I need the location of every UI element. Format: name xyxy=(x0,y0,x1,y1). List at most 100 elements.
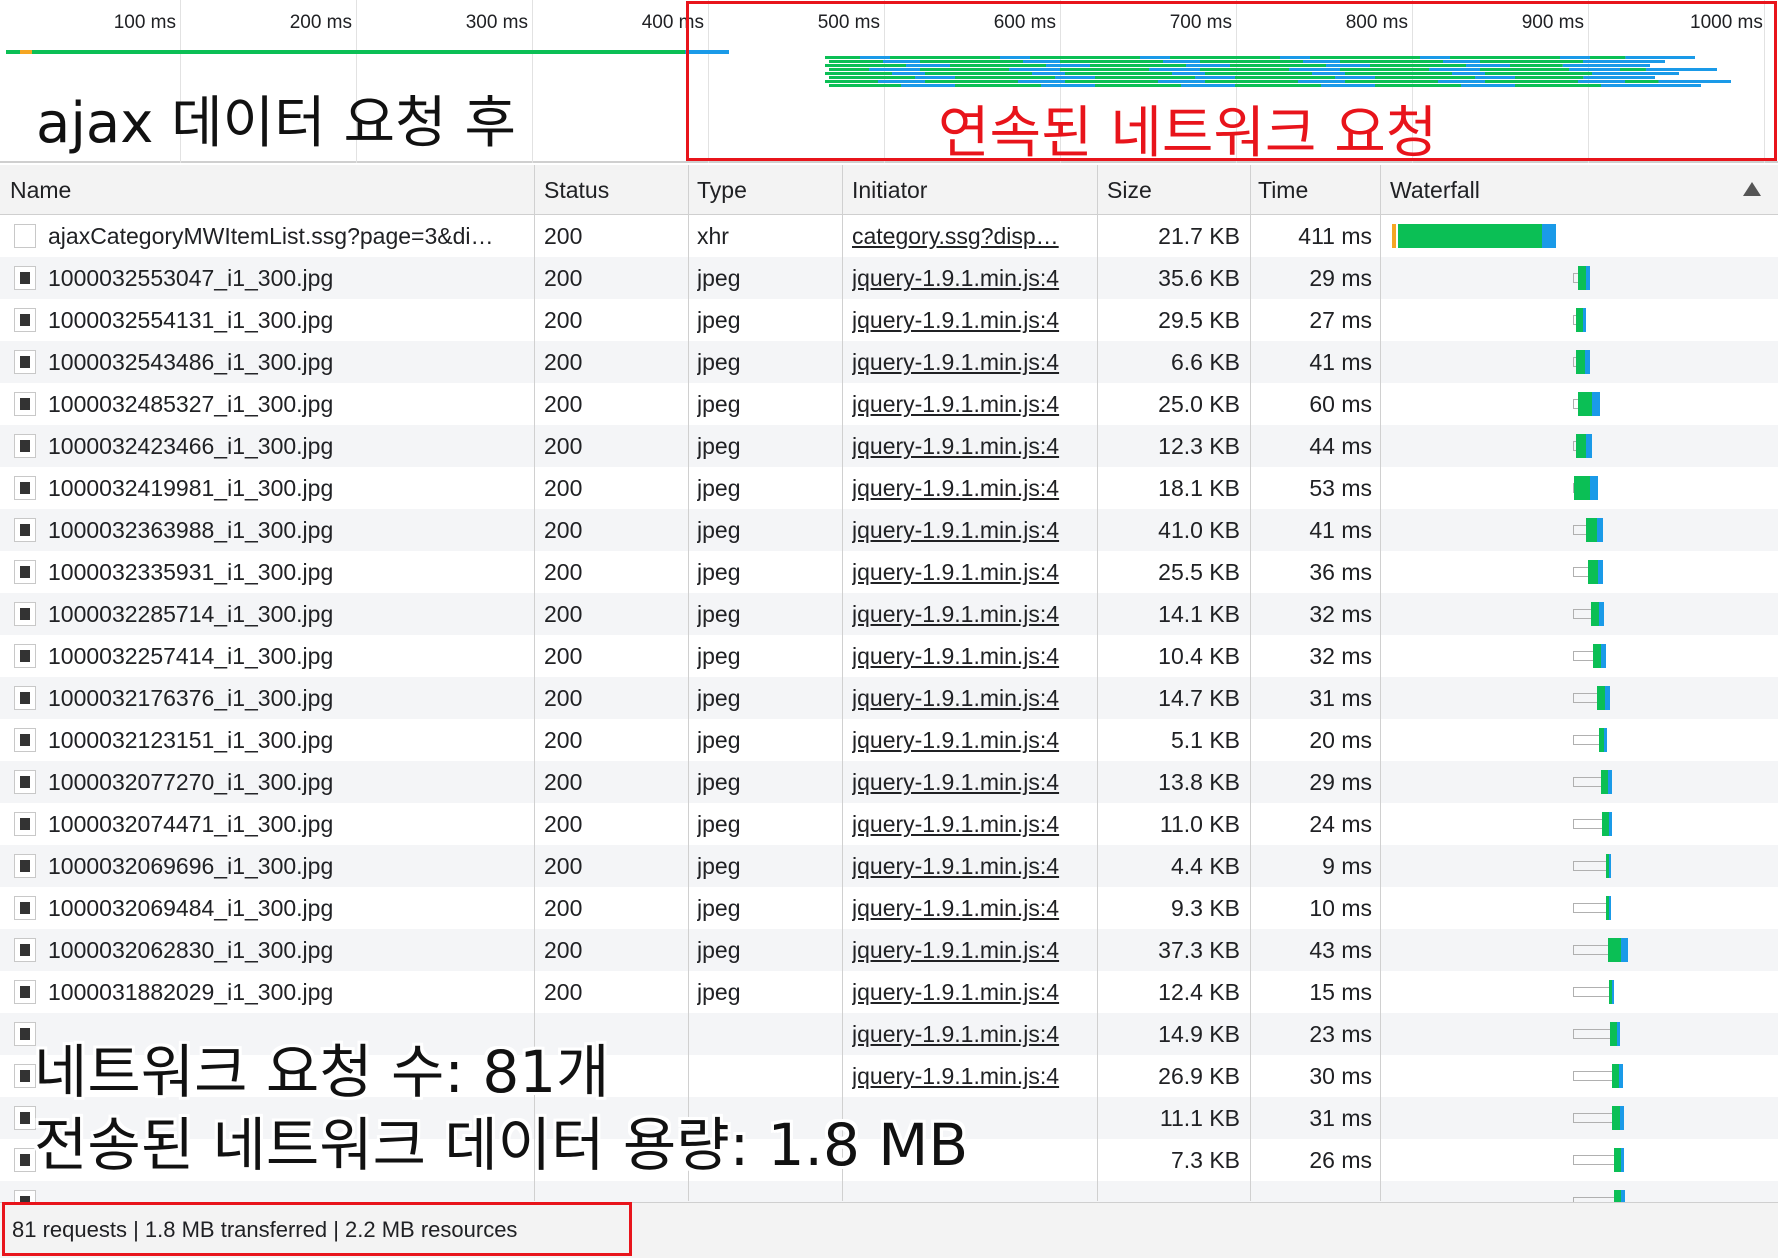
column-divider[interactable] xyxy=(1097,165,1098,1201)
request-status: 200 xyxy=(544,349,583,375)
request-name: 1000032285714_i1_300.jpg xyxy=(48,601,334,627)
request-initiator-link[interactable]: jquery-1.9.1.min.js:4 xyxy=(852,719,1097,761)
table-row[interactable]: 1000032335931_i1_300.jpg 200 jpeg jquery-1.… xyxy=(0,551,1778,593)
table-row[interactable]: 1000032077270_i1_300.jpg 200 jpeg jquery-1.… xyxy=(0,761,1778,803)
highlight-box-requests xyxy=(686,1,1777,161)
request-time: 53 ms xyxy=(1309,475,1372,501)
document-icon xyxy=(14,224,36,248)
image-thumbnail-icon xyxy=(14,686,36,710)
timeline-overview[interactable]: 100 ms 200 ms 300 ms 400 ms 500 ms 600 ms 700 … xyxy=(0,0,1778,166)
waterfall-bar-receive xyxy=(1619,1106,1624,1130)
request-initiator-link[interactable]: jquery-1.9.1.min.js:4 xyxy=(852,803,1097,845)
request-initiator-link[interactable]: jquery-1.9.1.min.js:4 xyxy=(852,593,1097,635)
column-divider[interactable] xyxy=(688,165,689,1201)
request-initiator-link[interactable]: jquery-1.9.1.min.js:4 xyxy=(852,509,1097,551)
request-size: 5.1 KB xyxy=(1170,727,1240,753)
request-name: 1000032553047_i1_300.jpg xyxy=(48,265,334,291)
thumbnail-glyph xyxy=(20,818,30,830)
sort-ascending-icon[interactable] xyxy=(1743,182,1761,196)
column-header-status[interactable]: Status xyxy=(544,165,609,215)
table-row[interactable]: 1000032062830_i1_300.jpg 200 jpeg jquery-1.… xyxy=(0,929,1778,971)
image-thumbnail-icon xyxy=(14,728,36,752)
waterfall-bar-receive xyxy=(1604,728,1607,752)
column-header-waterfall[interactable]: Waterfall xyxy=(1390,165,1480,215)
request-initiator-link[interactable]: jquery-1.9.1.min.js:4 xyxy=(852,425,1097,467)
request-name: 1000032062830_i1_300.jpg xyxy=(48,937,334,963)
request-initiator-link[interactable]: jquery-1.9.1.min.js:4 xyxy=(852,467,1097,509)
request-type: jpeg xyxy=(697,433,741,459)
waterfall-bar-queued xyxy=(1573,609,1591,619)
waterfall-bar-receive xyxy=(1616,1022,1620,1046)
request-initiator-link[interactable]: jquery-1.9.1.min.js:4 xyxy=(852,299,1097,341)
table-row[interactable]: 1000032123151_i1_300.jpg 200 jpeg jquery-1.… xyxy=(0,719,1778,761)
waterfall-bar-queued xyxy=(1573,903,1606,913)
waterfall-bar-receive xyxy=(1582,308,1586,332)
request-size: 35.6 KB xyxy=(1158,265,1240,291)
table-header: Name Status Type Initiator Size Time Wat… xyxy=(0,165,1778,215)
thumbnail-glyph xyxy=(20,902,30,914)
request-size: 12.4 KB xyxy=(1158,979,1240,1005)
column-divider[interactable] xyxy=(842,165,843,1201)
request-type: jpeg xyxy=(697,391,741,417)
table-row[interactable]: 1000032257414_i1_300.jpg 200 jpeg jquery-1.… xyxy=(0,635,1778,677)
request-type: jpeg xyxy=(697,601,741,627)
request-status: 200 xyxy=(544,601,583,627)
request-initiator-link[interactable]: jquery-1.9.1.min.js:4 xyxy=(852,887,1097,929)
thumbnail-glyph xyxy=(20,944,30,956)
request-status: 200 xyxy=(544,475,583,501)
request-size: 4.4 KB xyxy=(1170,853,1240,879)
column-header-type[interactable]: Type xyxy=(697,165,747,215)
table-row[interactable]: 1000032285714_i1_300.jpg 200 jpeg jquery-1.… xyxy=(0,593,1778,635)
request-initiator-link[interactable]: jquery-1.9.1.min.js:4 xyxy=(852,1055,1097,1097)
request-name: 1000032485327_i1_300.jpg xyxy=(48,391,334,417)
request-name: 1000032074471_i1_300.jpg xyxy=(48,811,334,837)
request-initiator-link[interactable]: jquery-1.9.1.min.js:4 xyxy=(852,677,1097,719)
table-row[interactable]: 1000032485327_i1_300.jpg 200 jpeg jquery-1.… xyxy=(0,383,1778,425)
column-header-initiator[interactable]: Initiator xyxy=(852,165,927,215)
waterfall-bar-receive xyxy=(1608,770,1612,794)
table-row[interactable]: 1000032554131_i1_300.jpg 200 jpeg jquery-1.… xyxy=(0,299,1778,341)
column-header-time[interactable]: Time xyxy=(1258,165,1308,215)
table-row[interactable]: 1000032553047_i1_300.jpg 200 jpeg jquery-1.… xyxy=(0,257,1778,299)
table-row[interactable]: ajaxCategoryMWItemList.ssg?page=3&di… 200… xyxy=(0,215,1778,257)
request-status: 200 xyxy=(544,769,583,795)
request-initiator-link[interactable]: jquery-1.9.1.min.js:4 xyxy=(852,761,1097,803)
request-initiator-link[interactable]: jquery-1.9.1.min.js:4 xyxy=(852,845,1097,887)
column-divider[interactable] xyxy=(1250,165,1251,1201)
request-initiator-link[interactable]: category.ssg?disp… xyxy=(852,215,1097,257)
request-initiator-link[interactable]: jquery-1.9.1.min.js:4 xyxy=(852,551,1097,593)
request-initiator-link[interactable]: jquery-1.9.1.min.js:4 xyxy=(852,341,1097,383)
table-row[interactable]: 1000032074471_i1_300.jpg 200 jpeg jquery-1.… xyxy=(0,803,1778,845)
request-time: 31 ms xyxy=(1309,685,1372,711)
waterfall-bar-receive xyxy=(1605,686,1610,710)
table-row[interactable]: 1000032069696_i1_300.jpg 200 jpeg jquery-1.… xyxy=(0,845,1778,887)
request-status: 200 xyxy=(544,937,583,963)
table-row[interactable]: 1000032176376_i1_300.jpg 200 jpeg jquery-1.… xyxy=(0,677,1778,719)
waterfall-bar-download xyxy=(1576,434,1587,458)
table-row[interactable]: 1000032419981_i1_300.jpg 200 jpeg jquery-1.… xyxy=(0,467,1778,509)
thumbnail-glyph xyxy=(20,734,30,746)
request-time: 30 ms xyxy=(1309,1063,1372,1089)
image-thumbnail-icon xyxy=(14,518,36,542)
table-row[interactable]: 1000031882029_i1_300.jpg 200 jpeg jquery-1.… xyxy=(0,971,1778,1013)
table-row[interactable]: 1000032363988_i1_300.jpg 200 jpeg jquery-1.… xyxy=(0,509,1778,551)
request-size: 26.9 KB xyxy=(1158,1063,1240,1089)
table-row[interactable]: 1000032069484_i1_300.jpg 200 jpeg jquery-1.… xyxy=(0,887,1778,929)
column-divider[interactable] xyxy=(1380,165,1381,1201)
request-initiator-link[interactable]: jquery-1.9.1.min.js:4 xyxy=(852,383,1097,425)
table-row[interactable]: 1000032423466_i1_300.jpg 200 jpeg jquery-1.… xyxy=(0,425,1778,467)
waterfall-bar-receive xyxy=(1585,350,1590,374)
thumbnail-glyph xyxy=(20,1154,30,1166)
table-row[interactable]: 1000032543486_i1_300.jpg 200 jpeg jquery-1.… xyxy=(0,341,1778,383)
request-initiator-link[interactable]: jquery-1.9.1.min.js:4 xyxy=(852,971,1097,1013)
thumbnail-glyph xyxy=(20,398,30,410)
column-header-size[interactable]: Size xyxy=(1107,165,1152,215)
column-header-name[interactable]: Name xyxy=(10,165,71,215)
waterfall-bar-queued xyxy=(1573,1113,1612,1123)
request-initiator-link[interactable]: jquery-1.9.1.min.js:4 xyxy=(852,1013,1097,1055)
request-initiator-link[interactable]: jquery-1.9.1.min.js:4 xyxy=(852,635,1097,677)
thumbnail-glyph xyxy=(20,650,30,662)
request-initiator-link[interactable]: jquery-1.9.1.min.js:4 xyxy=(852,929,1097,971)
request-name: 1000032257414_i1_300.jpg xyxy=(48,643,334,669)
request-initiator-link[interactable]: jquery-1.9.1.min.js:4 xyxy=(852,257,1097,299)
